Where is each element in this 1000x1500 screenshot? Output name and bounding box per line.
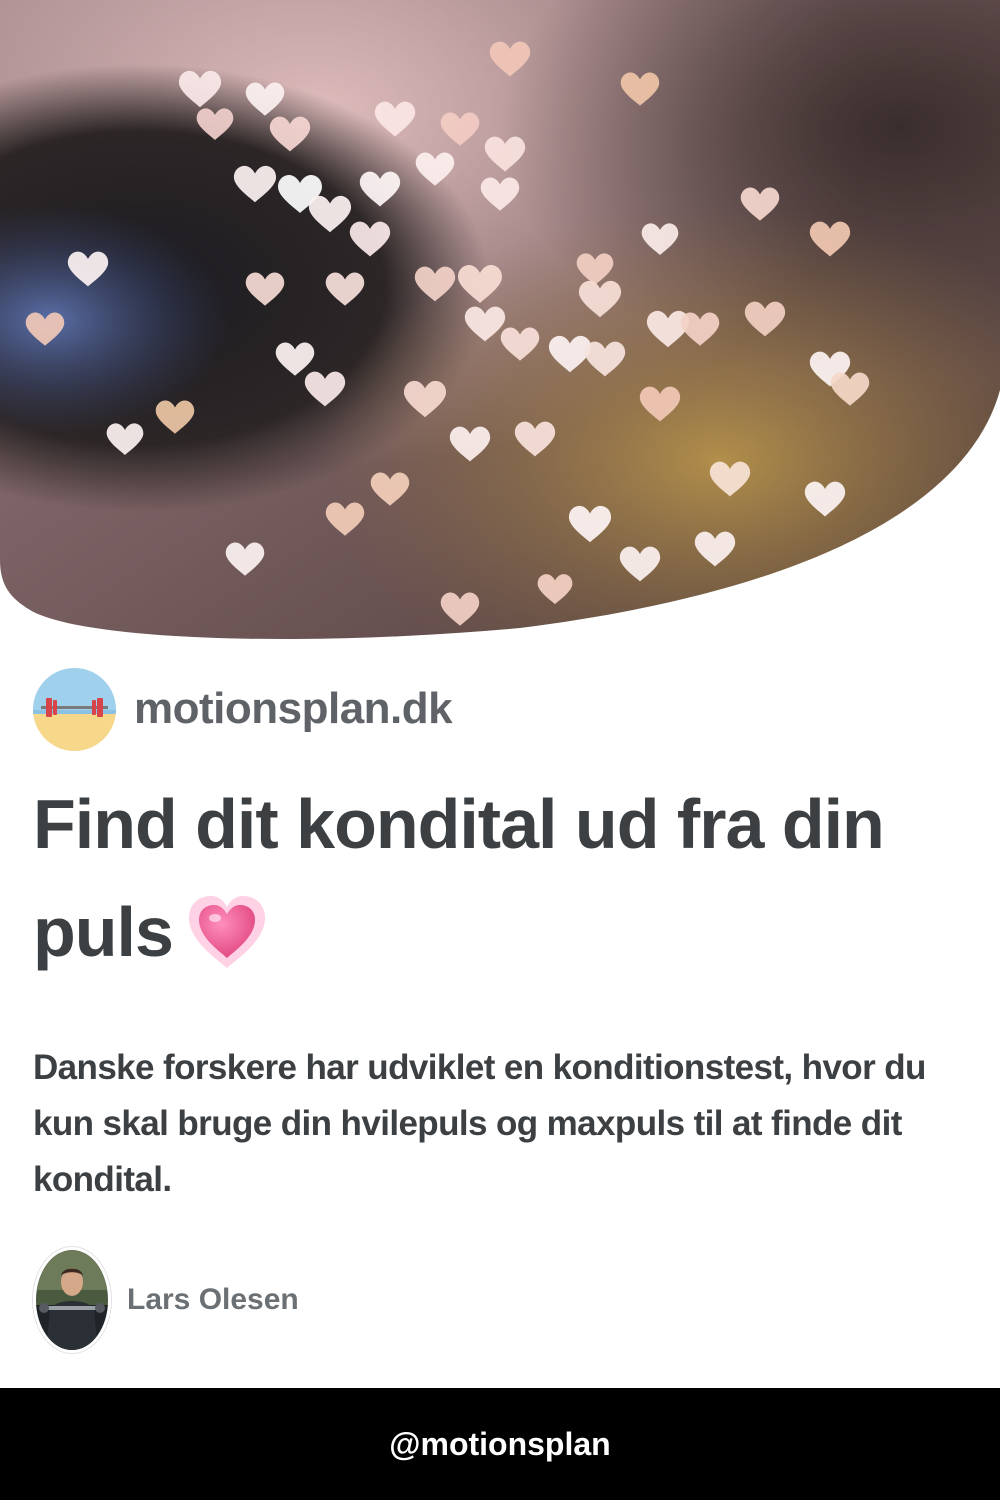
article-description: Danske forskere har udviklet en konditio… xyxy=(33,1048,926,1199)
footer-bar: @motionsplan xyxy=(0,1388,1000,1500)
social-handle[interactable]: @motionsplan xyxy=(389,1426,610,1463)
growing-heart-icon xyxy=(185,890,269,974)
weightlifting-beach-icon xyxy=(33,667,116,751)
author[interactable]: Lars Olesen xyxy=(33,1247,299,1353)
share-card: motionsplan.dk Find dit kondital ud fra … xyxy=(0,0,1000,1500)
article-title-text: Find dit kondital ud fra din puls xyxy=(33,785,885,971)
bokeh-hearts-photo xyxy=(0,0,1000,640)
article-title[interactable]: Find dit kondital ud fra din puls xyxy=(33,770,933,986)
site-header[interactable]: motionsplan.dk xyxy=(33,667,453,751)
author-avatar[interactable] xyxy=(33,1247,111,1353)
site-name[interactable]: motionsplan.dk xyxy=(134,684,453,734)
author-name[interactable]: Lars Olesen xyxy=(127,1283,299,1317)
author-photo xyxy=(36,1250,108,1350)
hero-image xyxy=(0,0,1000,640)
